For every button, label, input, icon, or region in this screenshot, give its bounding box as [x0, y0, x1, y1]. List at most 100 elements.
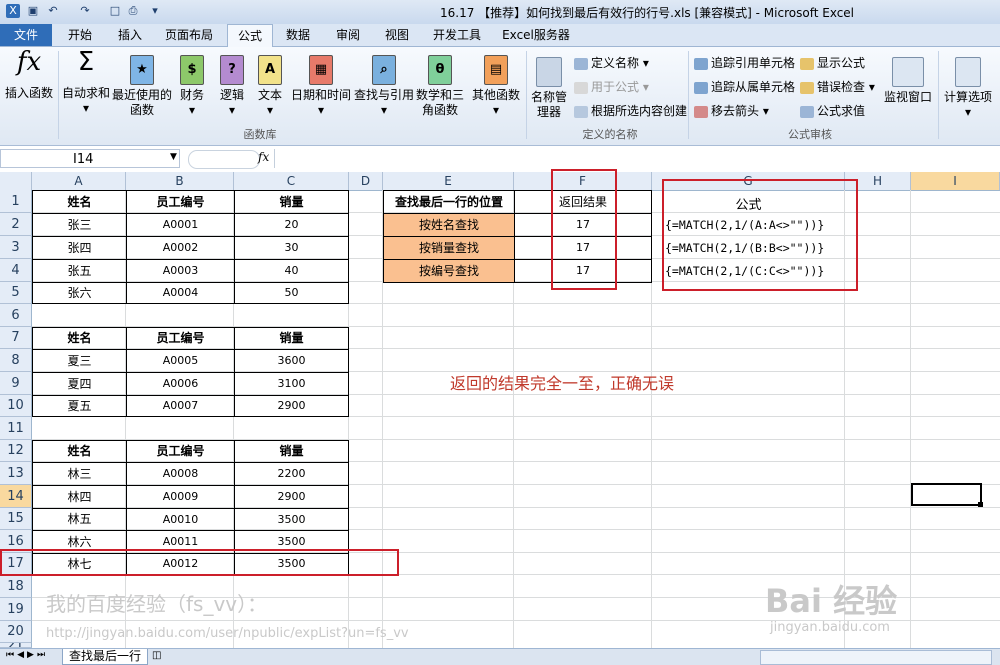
table-header-cell[interactable]: 姓名: [32, 190, 127, 214]
table-cell[interactable]: 30: [234, 236, 349, 260]
table-cell[interactable]: 3600: [234, 349, 349, 373]
row-header[interactable]: 15: [0, 508, 32, 530]
tab-file[interactable]: 文件: [0, 24, 52, 46]
row-header[interactable]: 5: [0, 282, 32, 304]
table-cell[interactable]: A0006: [126, 372, 235, 396]
column-header-d[interactable]: D: [349, 172, 383, 190]
evaluate-formula-button[interactable]: 公式求值: [800, 103, 865, 119]
table-cell[interactable]: 张四: [32, 236, 127, 260]
remove-arrows-button[interactable]: 移去箭头 ▾: [694, 103, 769, 119]
name-box[interactable]: I14: [0, 149, 180, 168]
table-cell[interactable]: A0008: [126, 462, 235, 486]
lookup-label-cell[interactable]: 按编号查找: [383, 259, 515, 283]
create-from-selection-button[interactable]: 根据所选内容创建: [574, 103, 687, 119]
show-formulas-button[interactable]: 显示公式: [800, 55, 865, 71]
table-cell[interactable]: 夏三: [32, 349, 127, 373]
print-preview-icon[interactable]: ⎙: [126, 4, 140, 18]
column-header-i[interactable]: I: [911, 172, 1000, 190]
lookup-label-cell[interactable]: 按销量查找: [383, 236, 515, 260]
lookup-label-cell[interactable]: 按姓名查找: [383, 213, 515, 237]
sheet-tab-active[interactable]: 查找最后一行: [62, 649, 149, 665]
tab-insert[interactable]: 插入: [108, 24, 152, 46]
row-header[interactable]: 8: [0, 349, 32, 372]
tab-page-layout[interactable]: 页面布局: [158, 24, 220, 46]
undo-icon[interactable]: ↶: [46, 4, 60, 18]
tab-data[interactable]: 数据: [276, 24, 320, 46]
tab-developer[interactable]: 开发工具: [426, 24, 488, 46]
column-header-a[interactable]: A: [32, 172, 126, 190]
error-checking-button[interactable]: 错误检查 ▾: [800, 79, 875, 95]
calc-options-button[interactable]: 计算选项 ▾: [940, 57, 996, 120]
insert-sheet-icon[interactable]: ◫: [152, 650, 161, 661]
trace-precedents-button[interactable]: 追踪引用单元格: [694, 55, 795, 71]
table-cell[interactable]: A0005: [126, 349, 235, 373]
tab-home[interactable]: 开始: [58, 24, 102, 46]
table-cell[interactable]: 夏五: [32, 395, 127, 417]
tab-view[interactable]: 视图: [375, 24, 419, 46]
horizontal-scrollbar[interactable]: [760, 650, 992, 665]
table-cell[interactable]: 张三: [32, 213, 127, 237]
row-header[interactable]: 14: [0, 485, 32, 508]
table-cell[interactable]: 50: [234, 282, 349, 304]
table-cell[interactable]: A0004: [126, 282, 235, 304]
select-all-corner[interactable]: [0, 172, 32, 190]
fx-icon[interactable]: fx: [258, 150, 269, 164]
row-header[interactable]: 9: [0, 372, 32, 395]
table-cell[interactable]: 2900: [234, 485, 349, 509]
recently-used-button[interactable]: ★ 最近使用的函数: [112, 55, 172, 118]
row-header[interactable]: 6: [0, 304, 32, 327]
column-header-b[interactable]: B: [126, 172, 234, 190]
tab-formulas[interactable]: 公式: [227, 24, 273, 48]
watch-window-button[interactable]: 监视窗口: [880, 57, 936, 105]
table-cell[interactable]: 2900: [234, 395, 349, 417]
table-cell[interactable]: 3500: [234, 508, 349, 531]
row-header[interactable]: 10: [0, 395, 32, 417]
row-header[interactable]: 13: [0, 462, 32, 485]
row-header[interactable]: 12: [0, 440, 32, 462]
active-cell-selection[interactable]: [911, 483, 982, 506]
redo-icon[interactable]: ↷: [78, 4, 92, 18]
table-cell[interactable]: 林三: [32, 462, 127, 486]
tab-review[interactable]: 审阅: [326, 24, 370, 46]
define-name-button[interactable]: 定义名称 ▾: [574, 55, 649, 71]
table-cell[interactable]: 林四: [32, 485, 127, 509]
table-cell[interactable]: A0009: [126, 485, 235, 509]
table-cell[interactable]: 张五: [32, 259, 127, 283]
row-header[interactable]: 11: [0, 417, 32, 440]
table-header-cell[interactable]: 姓名: [32, 327, 127, 350]
excel-app-icon[interactable]: X: [6, 4, 20, 18]
table-header-cell[interactable]: 员工编号: [126, 440, 235, 463]
financial-button[interactable]: $ 财务 ▾: [174, 55, 210, 118]
fill-handle[interactable]: [978, 502, 983, 507]
table-cell[interactable]: 张六: [32, 282, 127, 304]
autosum-button[interactable]: Σ 自动求和 ▾: [60, 49, 112, 116]
table-header-cell[interactable]: 员工编号: [126, 327, 235, 350]
row-header[interactable]: 3: [0, 236, 32, 259]
math-trig-button[interactable]: θ 数学和三角函数: [414, 55, 466, 118]
formula-input[interactable]: [274, 149, 1000, 168]
row-header[interactable]: 1: [0, 190, 32, 213]
table-header-cell[interactable]: 销量: [234, 440, 349, 463]
row-header[interactable]: 4: [0, 259, 32, 282]
new-document-icon[interactable]: □: [108, 4, 122, 18]
save-icon[interactable]: ▣: [26, 4, 40, 18]
table-header-cell[interactable]: 销量: [234, 190, 349, 214]
table-cell[interactable]: 3100: [234, 372, 349, 396]
row-header[interactable]: 2: [0, 213, 32, 236]
table-cell[interactable]: A0007: [126, 395, 235, 417]
row-header[interactable]: 18: [0, 575, 32, 598]
use-in-formula-button[interactable]: 用于公式 ▾: [574, 79, 649, 95]
table-cell[interactable]: 夏四: [32, 372, 127, 396]
insert-function-button[interactable]: fx 插入函数: [4, 49, 54, 101]
tab-excel-server[interactable]: Excel服务器: [496, 24, 576, 46]
column-header-c[interactable]: C: [234, 172, 349, 190]
datetime-button[interactable]: ▦ 日期和时间 ▾: [290, 55, 352, 118]
table-cell[interactable]: 林五: [32, 508, 127, 531]
table-header-cell[interactable]: 员工编号: [126, 190, 235, 214]
table-cell[interactable]: A0010: [126, 508, 235, 531]
table-cell[interactable]: 20: [234, 213, 349, 237]
logical-button[interactable]: ? 逻辑 ▾: [214, 55, 250, 118]
row-header[interactable]: 7: [0, 327, 32, 349]
trace-dependents-button[interactable]: 追踪从属单元格: [694, 79, 795, 95]
row-header[interactable]: 19: [0, 598, 32, 621]
